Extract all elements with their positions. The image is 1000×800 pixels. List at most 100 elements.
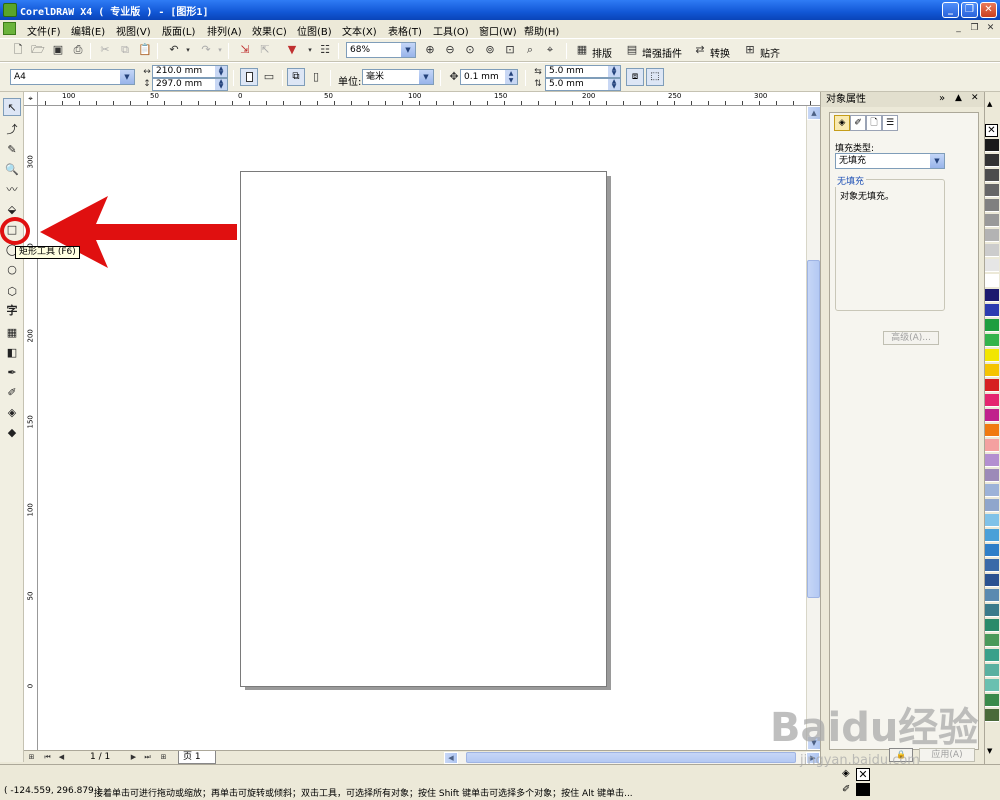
welcome-screen-icon[interactable]: ☷ [317,42,333,58]
new-document-icon[interactable]: 🗋 [10,42,26,58]
color-swatch[interactable] [985,364,999,377]
spin-arrows-icon[interactable]: ▲ ▼ [215,79,227,90]
no-color-swatch[interactable]: ✕ [985,124,998,137]
all-pages-button[interactable]: ⧉ [287,68,305,86]
color-palette[interactable] [985,124,999,744]
duplicate-y-input[interactable]: 5.0 mm ▲ ▼ [545,78,621,91]
docker-menu-icon[interactable]: ▲ [955,93,962,103]
menu-effects[interactable]: 效果(C) [252,23,287,38]
menu-table[interactable]: 表格(T) [388,23,422,38]
vertical-scrollbar[interactable]: ▲ ▼ [806,106,821,750]
color-swatch[interactable] [985,229,999,242]
save-icon[interactable]: ▣ [50,42,66,58]
zoom-width-icon[interactable]: ⌕ [522,42,538,58]
color-swatch[interactable] [985,409,999,422]
color-swatch[interactable] [985,469,999,482]
spin-arrows-icon[interactable]: ▲ ▼ [505,70,517,84]
menu-view[interactable]: 视图(V) [116,23,151,38]
plugin-icon[interactable]: ▤ [624,42,640,58]
export-icon[interactable]: ⇱ [257,42,273,58]
color-swatch[interactable] [985,349,999,362]
outline-color-indicator[interactable] [856,783,870,796]
interactive-fill-tool-icon[interactable]: ◆ [3,424,21,442]
color-swatch[interactable] [985,214,999,227]
color-swatch[interactable] [985,664,999,677]
fill-tab-icon[interactable]: ◈ [834,115,850,131]
portrait-button[interactable] [240,68,258,86]
print-icon[interactable]: ⎙ [70,42,86,58]
spin-arrows-icon[interactable]: ▲ ▼ [608,66,620,77]
layout-icon[interactable]: ▦ [574,42,590,58]
current-page-icon[interactable]: ▯ [308,69,324,85]
advanced-button[interactable]: 高级(A)... [883,331,939,345]
color-swatch[interactable] [985,274,999,287]
close-button[interactable]: ✕ [980,2,997,18]
paper-size-select[interactable]: A4 ▼ [10,69,135,85]
color-swatch[interactable] [985,604,999,617]
crop-tool-icon[interactable]: ✎ [3,141,21,159]
fill-tool-icon[interactable]: ◈ [3,404,21,422]
mdi-close-button[interactable]: ✕ [984,23,997,35]
color-swatch[interactable] [985,514,999,527]
color-swatch[interactable] [985,529,999,542]
transform-scope-button[interactable]: ⬚ [646,68,664,86]
scroll-left-button[interactable]: ◀ [444,752,458,764]
menu-arrange[interactable]: 排列(A) [207,23,242,38]
color-swatch[interactable] [985,289,999,302]
color-swatch[interactable] [985,424,999,437]
document-icon[interactable] [3,22,16,35]
unit-select[interactable]: 毫米 ▼ [362,69,434,85]
convert-icon[interactable]: ⇄ [692,42,708,58]
color-swatch[interactable] [985,709,999,722]
docker-close-icon[interactable]: ✕ [971,93,979,103]
color-swatch[interactable] [985,154,999,167]
color-swatch[interactable] [985,334,999,347]
color-swatch[interactable] [985,544,999,557]
open-folder-icon[interactable]: 🗁 [30,42,46,58]
fill-type-select[interactable]: 无填充 ▼ [835,153,945,169]
blend-tool-icon[interactable]: ◧ [3,344,21,362]
color-swatch[interactable] [985,439,999,452]
copy-icon[interactable]: ⧉ [117,42,133,58]
color-swatch[interactable] [985,319,999,332]
undo-dropdown-icon[interactable]: ▾ [180,42,196,58]
color-swatch[interactable] [985,139,999,152]
color-swatch[interactable] [985,304,999,317]
first-page-icon[interactable]: ⏮ [42,752,53,763]
snap-button[interactable]: 贴齐 [760,45,780,60]
page-tab[interactable]: 页 1 [178,751,216,764]
add-page-icon[interactable]: ⊞ [26,752,37,763]
zoom-selected-icon[interactable]: ⊙ [462,42,478,58]
nudge-distance-input[interactable]: 0.1 mm ▲ ▼ [460,69,518,85]
cut-icon[interactable]: ✂ [97,42,113,58]
zoom-tool-icon[interactable]: 🔍 [3,161,21,179]
pick-tool-icon[interactable]: ↖ [3,98,21,116]
color-swatch[interactable] [985,259,999,272]
add-page-after-icon[interactable]: ⊞ [158,752,169,763]
duplicate-x-input[interactable]: 5.0 mm ▲ ▼ [545,65,621,78]
color-swatch[interactable] [985,694,999,707]
horizontal-ruler[interactable]: 100 50 0 50 100 150 200 250 300 [38,92,820,106]
last-page-icon[interactable]: ⏭ [142,752,153,763]
color-swatch[interactable] [985,619,999,632]
general-tab-icon[interactable]: 🗋 [866,115,882,131]
import-icon[interactable]: ⇲ [237,42,253,58]
color-swatch[interactable] [985,454,999,467]
zoom-page-icon[interactable]: ⊡ [502,42,518,58]
zoom-all-icon[interactable]: ⊚ [482,42,498,58]
minimize-button[interactable]: _ [942,2,959,18]
menu-text[interactable]: 文本(X) [342,23,377,38]
layout-button[interactable]: 排版 [592,45,612,60]
color-swatch[interactable] [985,649,999,662]
menu-tools[interactable]: 工具(O) [433,23,469,38]
color-swatch[interactable] [985,574,999,587]
spin-arrows-icon[interactable]: ▲ ▼ [608,79,620,90]
ruler-origin[interactable]: ⌖ [24,92,38,106]
color-swatch[interactable] [985,634,999,647]
mdi-restore-button[interactable]: ❐ [968,23,981,35]
color-swatch[interactable] [985,589,999,602]
color-swatch[interactable] [985,169,999,182]
zoom-in-icon[interactable]: ⊕ [422,42,438,58]
docker-expand-icon[interactable]: » [939,93,945,104]
scroll-up-button[interactable]: ▲ [807,106,821,120]
